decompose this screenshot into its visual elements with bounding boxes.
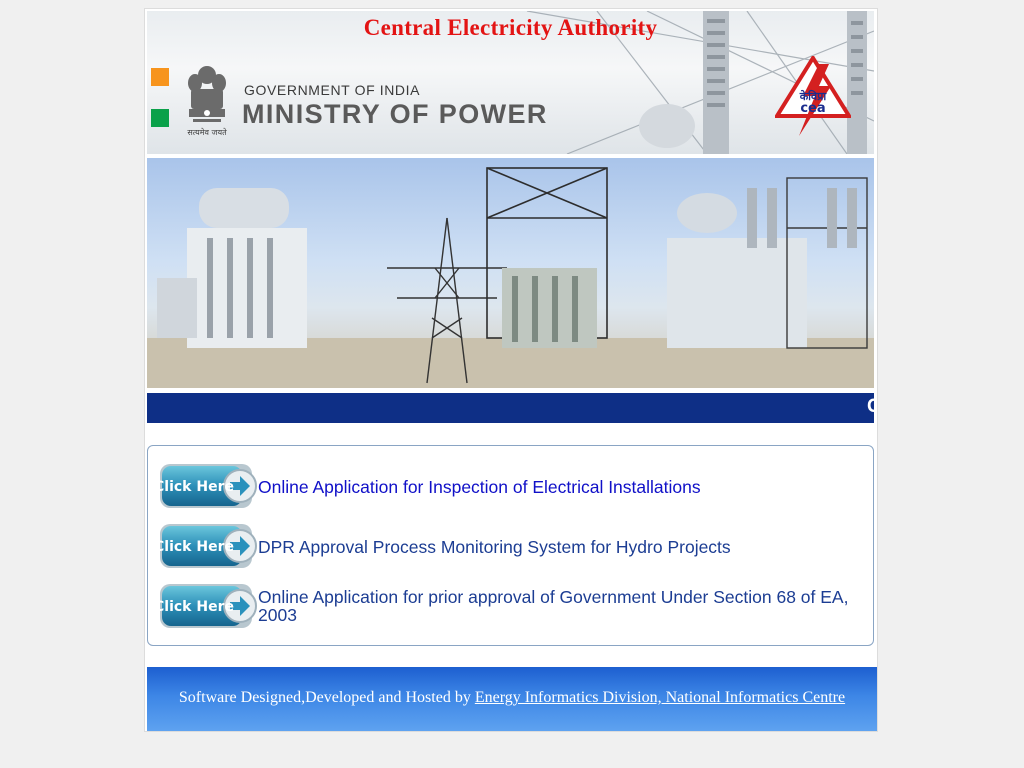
link-row-inspection: Click Here Online Application for Inspec… bbox=[148, 456, 873, 516]
link-row-dpr: Click Here DPR Approval Process Monitori… bbox=[148, 516, 873, 576]
ministry-of-power-text: MINISTRY OF POWER bbox=[242, 99, 548, 129]
marquee-text[interactable]: C bbox=[867, 396, 874, 418]
government-of-india-text: GOVERNMENT OF INDIA bbox=[244, 82, 421, 98]
click-here-label: Click Here bbox=[158, 479, 234, 495]
footer: Software Designed,Developed and Hosted b… bbox=[147, 667, 877, 731]
orange-square bbox=[151, 68, 169, 86]
green-square bbox=[151, 109, 169, 127]
header-banner: Central Electricity Authority सत्यमेव जय… bbox=[147, 11, 874, 154]
page-container: Central Electricity Authority सत्यमेव जय… bbox=[144, 8, 878, 732]
india-emblem-logo: सत्यमेव जयते bbox=[187, 66, 227, 137]
power-infrastructure-banner-image bbox=[147, 158, 874, 388]
site-title: Central Electricity Authority bbox=[363, 15, 658, 40]
nic-energy-informatics-link[interactable]: Energy Informatics Division, National In… bbox=[475, 689, 845, 706]
click-here-button-inspection[interactable]: Click Here bbox=[158, 460, 258, 512]
click-here-label: Click Here bbox=[158, 599, 234, 615]
cea-logo: केविप्रा cea bbox=[775, 56, 851, 136]
link-prior-approval-section-68[interactable]: Online Application for prior approval of… bbox=[258, 588, 878, 624]
link-dpr-approval-monitoring[interactable]: DPR Approval Process Monitoring System f… bbox=[258, 538, 731, 556]
online-services-links-box: Click Here Online Application for Inspec… bbox=[147, 445, 874, 646]
footer-prefix: Software Designed,Developed and Hosted b… bbox=[178, 689, 475, 706]
footer-text: Software Designed,Developed and Hosted b… bbox=[147, 689, 877, 707]
cea-logo-text: cea bbox=[800, 101, 825, 116]
link-inspection-electrical-installations[interactable]: Online Application for Inspection of Ele… bbox=[258, 478, 701, 496]
link-row-section-68: Click Here Online Application for prior … bbox=[148, 576, 873, 636]
click-here-label: Click Here bbox=[158, 539, 234, 555]
click-here-button-dpr[interactable]: Click Here bbox=[158, 520, 258, 572]
news-marquee-bar: C bbox=[147, 393, 874, 423]
emblem-motto: सत्यमेव जयते bbox=[187, 127, 227, 137]
click-here-button-section-68[interactable]: Click Here bbox=[158, 580, 258, 632]
